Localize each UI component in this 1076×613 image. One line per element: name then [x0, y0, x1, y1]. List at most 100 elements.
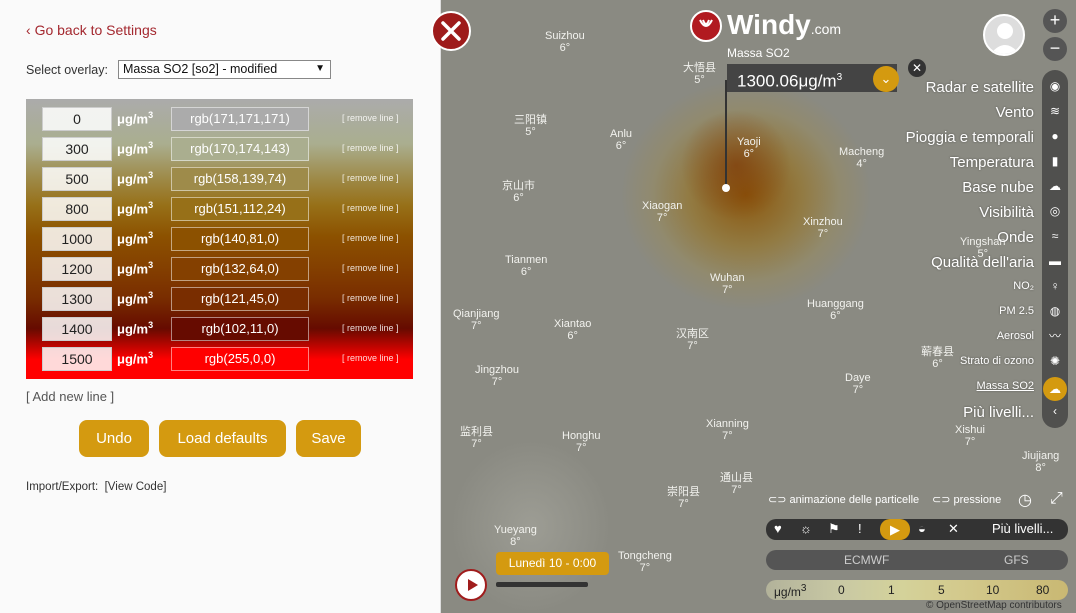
remove-line-link[interactable]: [ remove line ]	[342, 293, 399, 303]
rgb-input[interactable]: rgb(140,81,0)	[171, 227, 309, 251]
overlay-more-levels[interactable]: Più livelli...	[963, 404, 1034, 421]
value-input[interactable]: 1200	[42, 257, 112, 281]
time-display[interactable]: Lunedì 10 - 0:00	[496, 552, 609, 575]
layer-toolbar: ♥ ☼ ⚑ ! ▶ ◒ ✕ Più livelli...	[766, 519, 1068, 540]
drop-icon[interactable]: ●	[1046, 127, 1064, 145]
car-icon[interactable]: ▬	[1046, 252, 1064, 270]
view-code-link[interactable]: [View Code]	[105, 481, 167, 493]
zoom-out-button[interactable]: −	[1043, 37, 1067, 61]
import-export: Import/Export: [View Code]	[26, 481, 167, 493]
unit-label: μg/m3	[117, 230, 154, 247]
rgb-input[interactable]: rgb(158,139,74)	[171, 167, 309, 191]
pin-dot[interactable]	[722, 184, 730, 192]
particles-toggle[interactable]: ⊂⊃ animazione delle particelle	[768, 493, 919, 506]
pin-expand-button[interactable]: ⌄	[873, 66, 899, 92]
rgb-input[interactable]: rgb(102,11,0)	[171, 317, 309, 341]
city-label: Daye 7°	[845, 372, 871, 396]
chevron-left-icon[interactable]: ‹	[1046, 402, 1064, 420]
back-to-settings-link[interactable]: ‹ Go back to Settings	[26, 22, 157, 38]
minus-icon: −	[1049, 38, 1061, 58]
value-input[interactable]: 800	[42, 197, 112, 221]
value-input[interactable]: 1400	[42, 317, 112, 341]
overlay-waves[interactable]: Onde	[997, 229, 1034, 246]
wind-icon[interactable]: ≋	[1046, 102, 1064, 120]
overlay-temperature[interactable]: Temperatura	[950, 154, 1034, 171]
pressure-toggle[interactable]: ⊂⊃ pressione	[932, 493, 1001, 506]
overlay-no2[interactable]: NO₂	[1013, 280, 1034, 292]
play-button[interactable]	[455, 569, 487, 601]
close-icon	[441, 21, 461, 41]
thermometer-icon[interactable]: !	[858, 521, 862, 536]
remove-line-link[interactable]: [ remove line ]	[342, 143, 399, 153]
zoom-in-button[interactable]: +	[1043, 9, 1067, 33]
remove-line-link[interactable]: [ remove line ]	[342, 113, 399, 123]
overlay-ozone[interactable]: Strato di ozono	[960, 355, 1034, 367]
so2-icon[interactable]: ☁	[1043, 377, 1067, 401]
rgb-input[interactable]: rgb(171,171,171)	[171, 107, 309, 131]
value-input[interactable]: 1300	[42, 287, 112, 311]
cloud-icon[interactable]: ☁	[1046, 177, 1064, 195]
sun-icon[interactable]: ✺	[1046, 352, 1064, 370]
overlay-select[interactable]: Massa SO2 [so2] - modified ▼	[118, 60, 331, 79]
waves-icon[interactable]: ≈	[1046, 227, 1064, 245]
particles-icon[interactable]: ◍	[1046, 302, 1064, 320]
rgb-input[interactable]: rgb(255,0,0)	[171, 347, 309, 371]
thermometer-icon[interactable]: ▮	[1046, 152, 1064, 170]
model-ecmwf[interactable]: ECMWF	[844, 553, 889, 567]
rgb-input[interactable]: rgb(170,174,143)	[171, 137, 309, 161]
rgb-input[interactable]: rgb(132,64,0)	[171, 257, 309, 281]
model-gfs[interactable]: GFS	[1004, 553, 1029, 567]
heart-icon[interactable]: ♥	[774, 521, 782, 536]
save-button[interactable]: Save	[296, 420, 361, 457]
color-row: 500 μg/m3 rgb(158,139,74) [ remove line …	[26, 167, 413, 191]
overlay-cloud-base[interactable]: Base nube	[962, 179, 1034, 196]
timeline-bar[interactable]	[496, 582, 588, 587]
value-input[interactable]: 500	[42, 167, 112, 191]
undo-button[interactable]: Undo	[79, 420, 149, 457]
city-label: Huanggang 6°	[807, 298, 864, 322]
overlay-radar-satellite[interactable]: Radar e satellite	[926, 79, 1034, 96]
more-layers-link[interactable]: Più livelli...	[992, 521, 1053, 536]
remove-line-link[interactable]: [ remove line ]	[342, 353, 399, 363]
overlay-rain-thunder[interactable]: Pioggia e temporali	[906, 129, 1034, 146]
clock-icon[interactable]: ◷	[1018, 490, 1032, 510]
globe-icon[interactable]: ◉	[1046, 77, 1064, 95]
fullscreen-icon[interactable]: ⤢	[1050, 490, 1063, 508]
city-label: Yueyang 8°	[494, 524, 537, 548]
remove-line-link[interactable]: [ remove line ]	[342, 323, 399, 333]
remove-line-link[interactable]: [ remove line ]	[342, 233, 399, 243]
add-line-link[interactable]: [ Add new line ]	[26, 389, 114, 404]
hurricane-icon[interactable]: ◒	[918, 521, 926, 536]
overlay-aerosol[interactable]: Aerosol	[997, 330, 1034, 342]
value-input[interactable]: 1500	[42, 347, 112, 371]
remove-line-link[interactable]: [ remove line ]	[342, 263, 399, 273]
weather-icon[interactable]: ☼	[800, 521, 812, 536]
overlay-visibility[interactable]: Visibilità	[979, 204, 1034, 221]
rgb-input[interactable]: rgb(151,112,24)	[171, 197, 309, 221]
overlay-wind[interactable]: Vento	[996, 104, 1034, 121]
legend-value: 5	[938, 583, 945, 597]
flag-icon[interactable]: ⚑	[828, 521, 840, 537]
city-label: Suizhou 6°	[545, 30, 585, 54]
value-input[interactable]: 0	[42, 107, 112, 131]
user-avatar[interactable]	[983, 14, 1025, 56]
remove-line-link[interactable]: [ remove line ]	[342, 203, 399, 213]
value-input[interactable]: 1000	[42, 227, 112, 251]
close-icon[interactable]: ✕	[948, 521, 959, 537]
overlay-select-label: Select overlay:	[26, 63, 108, 77]
load-defaults-button[interactable]: Load defaults	[159, 420, 286, 457]
pin-close-button[interactable]: ✕	[908, 59, 926, 77]
value-input[interactable]: 300	[42, 137, 112, 161]
city-label: Jiujiang 8°	[1022, 450, 1060, 474]
overlay-pm25[interactable]: PM 2.5	[999, 305, 1034, 317]
eye-icon[interactable]: ◎	[1046, 202, 1064, 220]
color-row: 1500 μg/m3 rgb(255,0,0) [ remove line ]	[26, 347, 413, 371]
remove-line-link[interactable]: [ remove line ]	[342, 173, 399, 183]
camera-icon[interactable]: ▶	[880, 519, 910, 540]
bulb-icon[interactable]: ♀	[1046, 277, 1064, 295]
close-button[interactable]	[431, 11, 471, 51]
rgb-input[interactable]: rgb(121,45,0)	[171, 287, 309, 311]
overlay-air-quality[interactable]: Qualità dell'aria	[931, 254, 1034, 271]
aerosol-icon[interactable]: 〰	[1046, 327, 1064, 345]
overlay-so2-mass[interactable]: Massa SO2	[977, 380, 1034, 392]
